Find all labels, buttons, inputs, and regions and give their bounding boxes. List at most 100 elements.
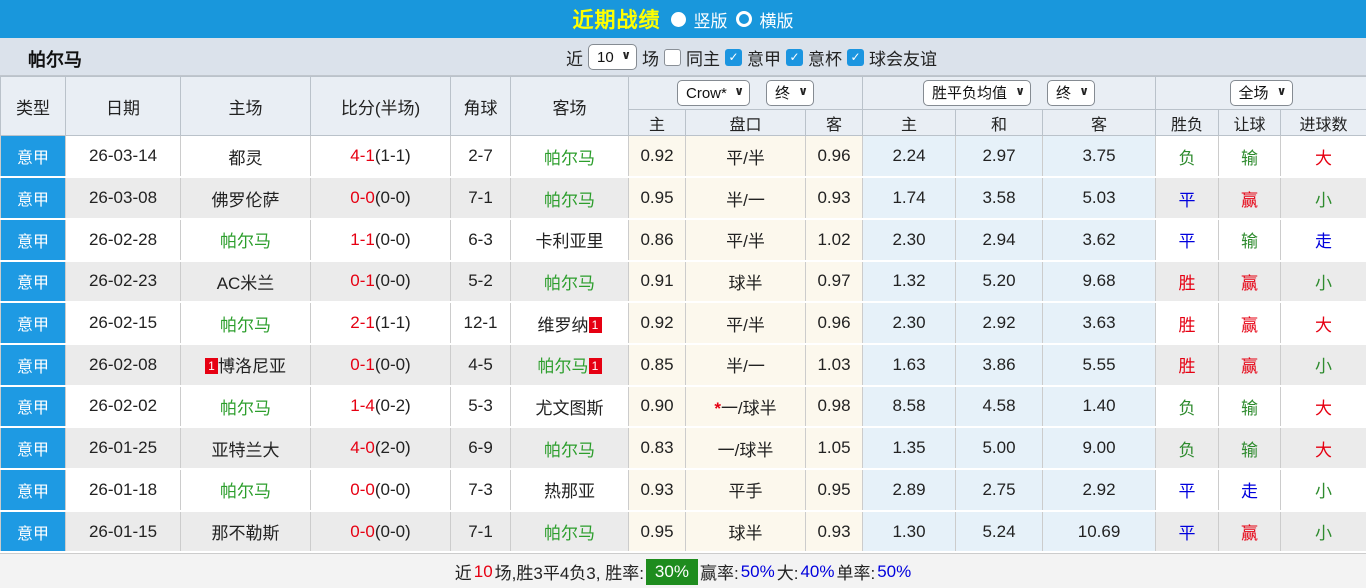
win-rate-badge: 30% — [645, 558, 698, 585]
home-odds-cell: 0.92 — [628, 135, 686, 179]
handicap-cell: *一/球半 — [685, 384, 806, 429]
avg-draw-cell: 2.75 — [955, 468, 1043, 512]
goals-result-cell: 小 — [1280, 342, 1366, 387]
avg-home-cell: 8.58 — [862, 384, 956, 429]
goals-result-cell: 大 — [1280, 384, 1366, 429]
away-team-cell: 热那亚 — [510, 468, 629, 512]
checkbox-club-friendly[interactable]: ✓ — [847, 48, 864, 66]
home-odds-cell: 0.92 — [628, 301, 686, 345]
odds-company-select[interactable]: Crow* — [678, 81, 749, 105]
scope-select[interactable]: 全场 — [1230, 81, 1292, 105]
near-label: 近 — [566, 49, 583, 69]
col-header-avg-draw: 和 — [955, 109, 1043, 136]
goals-result-cell: 小 — [1280, 468, 1366, 512]
col-header-score: 比分(半场) — [310, 76, 451, 136]
half-time-score: (0-0) — [374, 479, 411, 499]
avg-home-cell: 2.24 — [862, 135, 956, 179]
table-row: 意甲 26-01-15 那不勒斯 0-0(0-0) 7-1 帕尔马 0.95 球… — [0, 509, 1366, 554]
home-odds-cell: 0.85 — [628, 342, 686, 387]
radio-horizontal-layout[interactable] — [735, 11, 752, 27]
full-time-score: 0-0 — [350, 521, 375, 541]
avg-select-group: 胜平负均值 ∨ 终 ∨ — [861, 76, 1157, 110]
panel-title: 近期战绩 — [572, 9, 661, 32]
home-team-cell: 帕尔马 — [180, 301, 311, 345]
away-team-cell: 帕尔马 — [510, 259, 629, 304]
col-header-result: 胜负 — [1155, 109, 1220, 136]
corner-cell: 7-1 — [450, 509, 511, 554]
handicap-cell: 半/一 — [685, 176, 806, 220]
handicap-text: 平/半 — [726, 315, 765, 335]
away-team-name: 帕尔马 — [544, 190, 595, 210]
handicap-cell: 球半 — [685, 509, 806, 554]
radio-vertical-layout[interactable] — [670, 11, 686, 27]
home-odds-cell: 0.83 — [628, 426, 686, 470]
avg-draw-cell: 2.92 — [955, 301, 1043, 345]
half-time-score: (2-0) — [374, 438, 411, 458]
home-team-cell: 帕尔马 — [180, 468, 311, 512]
half-time-score: (0-0) — [374, 188, 411, 208]
radio-horizontal-label[interactable]: 横版 — [760, 7, 794, 32]
scope-select-group: 全场 ∨ — [1155, 76, 1366, 110]
full-time-score: 4-0 — [350, 438, 375, 458]
handicap-result-cell: 输 — [1218, 135, 1282, 179]
date-cell: 26-01-15 — [65, 509, 181, 554]
checkbox-club-friendly-label[interactable]: 球会友谊 — [869, 45, 937, 70]
avg-away-cell: 1.40 — [1041, 384, 1157, 429]
col-header-odds-away: 客 — [805, 109, 863, 136]
away-team-name: 卡利亚里 — [535, 232, 604, 252]
handicap-text: 球半 — [728, 273, 763, 293]
checkbox-coppa-italia-label[interactable]: 意杯 — [808, 45, 842, 70]
date-cell: 26-03-08 — [65, 176, 181, 220]
corner-cell: 7-1 — [450, 176, 511, 220]
league-cell: 意甲 — [0, 135, 66, 179]
avg-draw-cell: 2.94 — [955, 217, 1043, 262]
checkbox-serie-a-label[interactable]: 意甲 — [747, 45, 781, 70]
corner-cell: 5-3 — [450, 384, 511, 429]
handicap-cell: 平手 — [685, 468, 806, 512]
home-odds-cell: 0.91 — [628, 259, 686, 304]
odds-state-select[interactable]: 终 — [767, 81, 813, 105]
handicap-cell: 球半 — [685, 259, 806, 304]
checkbox-serie-a[interactable]: ✓ — [725, 48, 742, 66]
home-team-cell: 1 博洛尼亚 — [180, 342, 311, 387]
corner-cell: 4-5 — [450, 342, 511, 387]
full-time-score: 4-1 — [350, 146, 375, 166]
avg-draw-cell: 5.00 — [955, 426, 1043, 470]
home-team-name: 帕尔马 — [220, 398, 271, 418]
handicap-text: 平/半 — [726, 148, 765, 168]
avg-home-cell: 1.35 — [862, 426, 956, 470]
handicap-win-rate-value: 50% — [740, 561, 775, 581]
checkbox-same-home[interactable] — [664, 48, 681, 66]
score-cell: 0-0(0-0) — [310, 176, 451, 220]
single-rate-label: 单率: — [836, 564, 876, 584]
radio-vertical-label[interactable]: 竖版 — [694, 7, 728, 32]
handicap-result-cell: 输 — [1218, 384, 1282, 429]
single-rate-value: 50% — [877, 561, 912, 581]
handicap-cell: 半/一 — [685, 342, 806, 387]
goals-result-cell: 大 — [1280, 426, 1366, 470]
home-odds-cell: 0.93 — [628, 468, 686, 512]
avg-home-cell: 2.89 — [862, 468, 956, 512]
checkbox-same-home-label[interactable]: 同主 — [686, 45, 720, 70]
avg-away-cell: 3.75 — [1041, 135, 1157, 179]
layout-radio-group: 竖版 横版 — [670, 7, 794, 32]
checkbox-coppa-italia[interactable]: ✓ — [786, 48, 803, 66]
odds-select-group: Crow* ∨ 终 ∨ — [628, 76, 863, 110]
corner-cell: 6-9 — [450, 426, 511, 470]
goals-result-cell: 小 — [1280, 259, 1366, 304]
col-header-date: 日期 — [65, 76, 181, 136]
score-cell: 0-1(0-0) — [310, 342, 451, 387]
match-count-select[interactable]: 10 — [589, 45, 636, 69]
handicap-result-cell: 赢 — [1218, 259, 1282, 304]
odds-state-select-wrap: 终 ∨ — [766, 80, 814, 106]
away-odds-cell: 1.05 — [805, 426, 863, 470]
handicap-text: 半/一 — [726, 357, 765, 377]
league-cell: 意甲 — [0, 384, 66, 429]
goals-result-cell: 小 — [1280, 509, 1366, 554]
home-team-name: 帕尔马 — [220, 482, 271, 502]
avg-state-select[interactable]: 终 — [1048, 81, 1095, 105]
recent-results-panel: 近期战绩 竖版 横版 帕尔马 近 10 ∨ 场 同主 ✓ 意甲 ✓ 意杯 ✓ 球… — [0, 0, 1366, 588]
result-cell: 平 — [1155, 509, 1220, 554]
home-team-cell: 佛罗伦萨 — [180, 176, 311, 220]
avg-select[interactable]: 胜平负均值 — [924, 81, 1031, 105]
